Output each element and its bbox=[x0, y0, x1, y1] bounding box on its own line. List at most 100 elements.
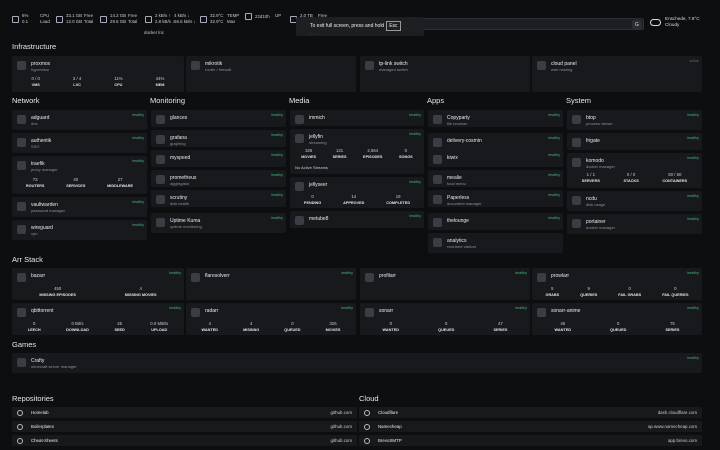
stat-value: 2.8 kB/s ↓ bbox=[155, 19, 175, 24]
service-desc: hypervisor bbox=[31, 67, 50, 72]
service-icon bbox=[17, 225, 26, 234]
card-komodo[interactable]: komodo docker manager healthy 1 / 1 SERVERS 0… bbox=[567, 153, 702, 188]
status-badge: healthy bbox=[548, 193, 560, 197]
status-badge: online bbox=[689, 59, 699, 63]
metric-label: FAIL QUERIES bbox=[662, 293, 689, 297]
link-url: github.com bbox=[330, 410, 352, 415]
metric-label: APPROVED bbox=[343, 201, 365, 205]
card-btop[interactable]: btop process viewer healthy bbox=[567, 110, 702, 130]
section-cloud: Cloud bbox=[359, 394, 379, 403]
metrics-row: 5 GRABS 9 QUERIES 0 FAIL GRABS 0 FAIL QUERIES bbox=[535, 286, 699, 298]
card-ncdu[interactable]: ncdu disk usage healthy bbox=[567, 191, 702, 211]
link-url: app.brevo.com bbox=[667, 438, 697, 443]
card-grafana[interactable]: grafana graphing healthy bbox=[151, 130, 286, 147]
card-portainer[interactable]: portainer docker manager healthy bbox=[567, 214, 702, 234]
stat-value: Total bbox=[128, 19, 138, 24]
section-repositories: Repositories bbox=[12, 394, 54, 403]
card-jellyfin[interactable]: jellyfin streaming healthy No Active Stream… bbox=[290, 129, 424, 174]
card-qbittorrent[interactable]: qbittorrent healthy 0 LEECH 0 Bit/s DOWNLOAD 4… bbox=[12, 303, 184, 335]
card-bazarr[interactable]: bazarr healthy 450 MISSING EPISODES 4 MISSING… bbox=[12, 268, 184, 300]
link-url: github.com bbox=[330, 424, 352, 429]
metric: 450 MISSING EPISODES bbox=[39, 286, 76, 298]
metric: 44% MEM bbox=[156, 76, 165, 88]
metric: 2,564 EPISODES bbox=[363, 148, 382, 160]
link-cloudflare[interactable]: Cloudflare dash.cloudflare.com bbox=[359, 407, 702, 418]
card-thelounge[interactable]: thelounge healthy bbox=[428, 213, 563, 230]
service-icon bbox=[156, 115, 165, 124]
card-kiwix[interactable]: kiwix healthy bbox=[428, 150, 563, 167]
card-flaresolverr[interactable]: flaresolverr healthy bbox=[186, 268, 356, 300]
card-tp-link-switch[interactable]: tp-link switch managed switch bbox=[360, 56, 530, 92]
card-paperless[interactable]: Paperless document manager healthy bbox=[428, 190, 563, 207]
card-frigate[interactable]: frigate healthy bbox=[567, 133, 702, 150]
service-name: delivery-cosmin bbox=[447, 138, 482, 144]
card-profilarr[interactable]: profilarr healthy bbox=[360, 268, 530, 300]
card-vaultwarden[interactable]: vaultwarden password manager healthy bbox=[12, 197, 147, 217]
link-boilerplates[interactable]: Boilerplates github.com bbox=[12, 421, 357, 432]
metric: 4 MISSING bbox=[243, 321, 259, 333]
stat-value: Total bbox=[84, 19, 94, 24]
stat-1: CPU Load bbox=[40, 13, 50, 25]
card-metube8[interactable]: metube8 healthy bbox=[290, 211, 424, 228]
link-cheat-sheets[interactable]: Cheat-Sheets github.com bbox=[12, 435, 357, 446]
service-icon bbox=[17, 138, 26, 147]
link-homelab[interactable]: Homelab github.com bbox=[12, 407, 357, 418]
service-icon bbox=[433, 195, 442, 204]
card-cloud-panel[interactable]: cloud panel web hosting online bbox=[532, 56, 702, 92]
card-adguard[interactable]: adguard dns healthy bbox=[12, 110, 147, 130]
status-badge: healthy bbox=[271, 153, 283, 157]
status-badge: healthy bbox=[271, 193, 283, 197]
status-badge: healthy bbox=[548, 136, 560, 140]
metric-label: GRABS bbox=[545, 293, 560, 297]
card-sonarr[interactable]: sonarr healthy 0 WANTED 0 QUEUED 47 SERIES bbox=[360, 303, 530, 335]
metrics-row: 0 PENDING 14 APPROVED 19 COMPLETED bbox=[293, 194, 421, 206]
metric: 326 MOVIES bbox=[326, 321, 341, 333]
service-icon bbox=[17, 273, 26, 282]
metric: 4 WANTED bbox=[202, 321, 218, 333]
metric-label: COMPLETED bbox=[386, 201, 411, 205]
card-proxmox[interactable]: proxmox hypervisor 0 / 0 VMS 3 / 4 LXC 11% CPU 4… bbox=[12, 56, 184, 92]
card-glances[interactable]: glances healthy bbox=[151, 110, 286, 127]
card-delivery-cosmin[interactable]: delivery-cosmin healthy bbox=[428, 133, 563, 150]
metric: 0 QUEUED bbox=[610, 321, 626, 333]
card-scrutiny[interactable]: scrutiny disk health healthy bbox=[151, 190, 286, 207]
status-badge: healthy bbox=[409, 132, 421, 136]
status-badge: healthy bbox=[409, 113, 421, 117]
card-analytics[interactable]: analytics real-time visitors bbox=[428, 233, 563, 253]
card-immich[interactable]: immich healthy bbox=[290, 110, 424, 126]
service-name: glances bbox=[170, 115, 188, 121]
link-name: Homelab bbox=[31, 410, 49, 415]
card-sonarr-anime[interactable]: sonarr-anime healthy 46 WANTED 0 QUEUED 75 SERI… bbox=[532, 303, 702, 335]
card-uptime-kuma[interactable]: Uptime Kuma uptime monitoring healthy bbox=[151, 213, 286, 233]
metric: 0 FAIL GRABS bbox=[618, 286, 641, 298]
stat-value: 32.9°C bbox=[210, 19, 224, 24]
card-copyparty[interactable]: Copyparty file browser healthy bbox=[428, 110, 563, 127]
metrics-row: 73 ROUTERS 40 SERVICES 27 MIDDLEWARE bbox=[15, 177, 144, 189]
service-desc: minecraft server manager bbox=[31, 364, 77, 369]
card-prometheus[interactable]: prometheus aggregator healthy bbox=[151, 170, 286, 187]
section-arr-stack: Arr Stack bbox=[12, 255, 43, 264]
card-mikrotik[interactable]: mikrotik router / firewall bbox=[186, 56, 356, 92]
metric-label: CPU bbox=[114, 83, 123, 87]
service-icon bbox=[572, 196, 581, 205]
metric: 40 SERVICES bbox=[66, 177, 85, 189]
link-brevosmtp[interactable]: BrevoSMTP app.brevo.com bbox=[359, 435, 702, 446]
link-namecheap[interactable]: Namecheap ap.www.namecheap.com bbox=[359, 421, 702, 432]
service-icon bbox=[433, 155, 442, 164]
status-badge: healthy bbox=[271, 173, 283, 177]
card-jellyseer[interactable]: jellyseer healthy 0 PENDING 14 APPROVED 19 COMP… bbox=[290, 177, 424, 208]
card-mealie[interactable]: mealie food menu healthy bbox=[428, 170, 563, 187]
card-crafty[interactable]: Crafty minecraft server manager healthy bbox=[12, 353, 702, 373]
metric-label: DOWNLOAD bbox=[66, 328, 89, 332]
stat-value: UP bbox=[275, 13, 282, 18]
card-prowlarr[interactable]: prowlarr healthy 5 GRABS 9 QUERIES 0 FAIL GRABS… bbox=[532, 268, 702, 300]
metric: 73 ROUTERS bbox=[26, 177, 45, 189]
card-authentik[interactable]: authentik SSO healthy bbox=[12, 133, 147, 153]
card-traefik[interactable]: traefik proxy manager healthy 73 ROUTERS 40 SE… bbox=[12, 156, 147, 194]
metric: 0 / 0 VMS bbox=[32, 76, 40, 88]
search-button[interactable]: G bbox=[632, 20, 642, 29]
card-myspeed[interactable]: myspeed healthy bbox=[151, 150, 286, 167]
metric: 0.0 MiB/s UPLOAD bbox=[150, 321, 168, 333]
card-wireguard[interactable]: wireguard vpn healthy bbox=[12, 220, 147, 240]
card-radarr[interactable]: radarr healthy 4 WANTED 4 MISSING 0 QUEUED 326 MO… bbox=[186, 303, 356, 335]
